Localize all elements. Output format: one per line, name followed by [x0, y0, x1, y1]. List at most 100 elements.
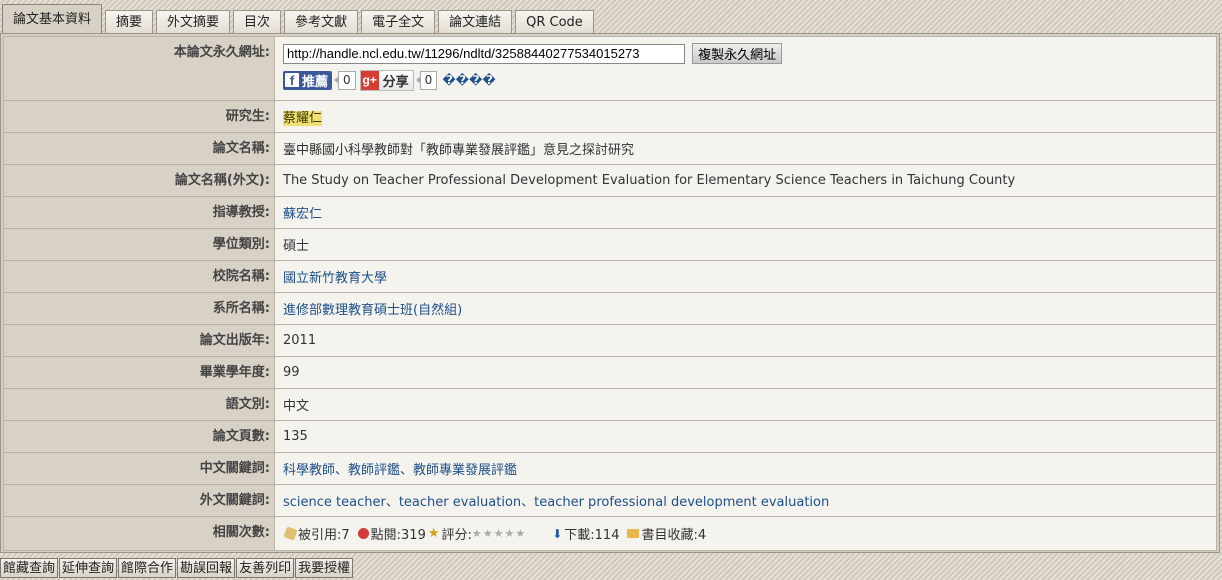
thesis-title: 臺中縣國小科學教師對「教師專業發展評鑑」意見之探討研究: [283, 143, 635, 158]
table-row: 學位類別: 碩士: [3, 228, 1217, 261]
field-label: 中文關鍵詞:: [3, 452, 275, 485]
rating-label: 評分:: [441, 528, 472, 543]
table-row: 中文關鍵詞: 科學教師、教師評鑑、教師專業發展評鑑: [3, 452, 1217, 485]
field-value: 蔡耀仁: [274, 100, 1217, 133]
field-label: 論文出版年:: [3, 324, 275, 357]
field-label: 校院名稱:: [3, 260, 275, 293]
facebook-count: 0: [334, 70, 356, 90]
field-label: 指導教授:: [3, 196, 275, 229]
field-label: 論文頁數:: [3, 420, 275, 453]
student-name-link[interactable]: 蔡耀仁: [283, 111, 323, 126]
chinese-keywords[interactable]: 科學教師、教師評鑑、教師專業發展評鑑: [283, 463, 517, 478]
field-value: 2011: [274, 324, 1217, 357]
google-plus-icon: g+: [360, 70, 379, 90]
tab-fulltext[interactable]: 電子全文: [361, 10, 436, 34]
garbled-text: ����: [442, 73, 496, 87]
graduation-year: 99: [283, 365, 300, 380]
field-value: The Study on Teacher Professional Develo…: [274, 164, 1217, 197]
tab-foreign-abstract[interactable]: 外文摘要: [156, 10, 231, 34]
field-label: 系所名稱:: [3, 292, 275, 325]
permalink-input[interactable]: [283, 43, 685, 64]
download-count: 下載:114: [564, 528, 620, 543]
department-link[interactable]: 進修部數理教育碩士班(自然組): [283, 303, 462, 318]
tab-thesis-links[interactable]: 論文連結: [438, 10, 513, 34]
field-value: 中文: [274, 388, 1217, 421]
table-row: 論文頁數: 135: [3, 420, 1217, 453]
view-icon: [357, 528, 369, 539]
stats-bar: 被引用:7 點閱:319 ★ 評分: ★★★★★ ⬇ 下載:114 書目收藏:4: [283, 524, 1208, 543]
field-label: 外文關鍵詞:: [3, 484, 275, 517]
field-label: 相關次數:: [3, 516, 275, 551]
interlibrary-loan-button[interactable]: 館際合作: [118, 558, 177, 578]
report-error-button[interactable]: 勘誤回報: [177, 558, 236, 578]
university-link[interactable]: 國立新竹教育大學: [283, 271, 387, 286]
table-row: 畢業學年度: 99: [3, 356, 1217, 389]
page-count: 135: [283, 429, 308, 444]
field-label: 研究生:: [3, 100, 275, 133]
field-value: 蘇宏仁: [274, 196, 1217, 229]
field-value: 國立新竹教育大學: [274, 260, 1217, 293]
table-row: 外文關鍵詞: science teacher、teacher evaluatio…: [3, 484, 1217, 517]
table-row: 指導教授: 蘇宏仁: [3, 196, 1217, 229]
library-holdings-button[interactable]: 館藏查詢: [0, 558, 59, 578]
tab-basic-info[interactable]: 論文基本資料: [2, 4, 103, 34]
rating-stars[interactable]: ★★★★★: [472, 527, 526, 540]
table-row: 論文名稱: 臺中縣國小科學教師對「教師專業發展評鑑」意見之探討研究: [3, 132, 1217, 165]
field-value: 被引用:7 點閱:319 ★ 評分: ★★★★★ ⬇ 下載:114 書目收藏:4: [274, 516, 1217, 551]
bookmark-icon: [627, 529, 640, 538]
degree-type: 碩士: [283, 239, 310, 254]
star-icon: ★: [427, 526, 440, 541]
info-panel: 本論文永久網址: 複製永久網址 f 推薦 0 g+ 分享 0 ����: [0, 33, 1220, 553]
field-value: 碩士: [274, 228, 1217, 261]
field-value: 科學教師、教師評鑑、教師專業發展評鑑: [274, 452, 1217, 485]
tab-table-of-contents[interactable]: 目次: [233, 10, 282, 34]
table-row: 研究生: 蔡耀仁: [3, 100, 1217, 133]
field-label: 本論文永久網址:: [3, 36, 275, 101]
tab-qr-code[interactable]: QR Code: [515, 10, 594, 34]
table-row: 相關次數: 被引用:7 點閱:319 ★ 評分: ★★★★★ ⬇ 下載:114 …: [3, 516, 1217, 551]
field-value: science teacher、teacher evaluation、teach…: [274, 484, 1217, 517]
copy-permalink-button[interactable]: 複製永久網址: [692, 43, 783, 64]
table-row: 系所名稱: 進修部數理教育碩士班(自然組): [3, 292, 1217, 325]
field-label: 論文名稱:: [3, 132, 275, 165]
extended-search-button[interactable]: 延伸查詢: [59, 558, 118, 578]
tab-references[interactable]: 參考文獻: [284, 10, 359, 34]
field-value: 進修部數理教育碩士班(自然組): [274, 292, 1217, 325]
tab-abstract[interactable]: 摘要: [105, 10, 154, 34]
thesis-title-english: The Study on Teacher Professional Develo…: [283, 173, 1016, 188]
field-value: 135: [274, 420, 1217, 453]
facebook-recommend-button[interactable]: f 推薦: [283, 70, 333, 90]
publication-year: 2011: [283, 333, 317, 348]
table-row: 論文名稱(外文): The Study on Teacher Professio…: [3, 164, 1217, 197]
google-count: 0: [415, 70, 438, 90]
table-row: 語文別: 中文: [3, 388, 1217, 421]
advisor-link[interactable]: 蘇宏仁: [283, 207, 322, 222]
citation-icon: [283, 526, 298, 541]
table-row: 校院名稱: 國立新竹教育大學: [3, 260, 1217, 293]
field-label: 學位類別:: [3, 228, 275, 261]
bottom-toolbar: 館藏查詢 延伸查詢 館際合作 勘誤回報 友善列印 我要授權: [0, 558, 354, 578]
tab-bar: 論文基本資料 摘要 外文摘要 目次 參考文獻 電子全文 論文連結 QR Code: [0, 0, 1222, 34]
bookmark-count: 書目收藏:4: [641, 528, 707, 543]
english-keywords[interactable]: science teacher、teacher evaluation、teach…: [283, 495, 829, 510]
download-icon: ⬇: [552, 526, 563, 541]
thesis-info-table: 本論文永久網址: 複製永久網址 f 推薦 0 g+ 分享 0 ����: [3, 36, 1217, 551]
cited-count: 被引用:7: [298, 528, 350, 543]
language: 中文: [283, 399, 310, 414]
facebook-label: 推薦: [302, 74, 329, 90]
field-label: 語文別:: [3, 388, 275, 421]
authorize-button[interactable]: 我要授權: [295, 558, 354, 578]
view-count: 點閱:319: [370, 528, 426, 543]
field-value: 99: [274, 356, 1217, 389]
google-plus-share-button[interactable]: g+ 分享: [359, 69, 414, 91]
print-friendly-button[interactable]: 友善列印: [236, 558, 295, 578]
google-share-label: 分享: [382, 74, 409, 90]
table-row: 論文出版年: 2011: [3, 324, 1217, 357]
field-label: 畢業學年度:: [3, 356, 275, 389]
facebook-icon: f: [285, 73, 299, 88]
table-row: 本論文永久網址: 複製永久網址 f 推薦 0 g+ 分享 0 ����: [3, 36, 1217, 101]
field-label: 論文名稱(外文):: [3, 164, 275, 197]
share-row: f 推薦 0 g+ 分享 0 ����: [283, 69, 1208, 91]
field-value: 複製永久網址 f 推薦 0 g+ 分享 0 ����: [274, 36, 1217, 101]
field-value: 臺中縣國小科學教師對「教師專業發展評鑑」意見之探討研究: [274, 132, 1217, 165]
